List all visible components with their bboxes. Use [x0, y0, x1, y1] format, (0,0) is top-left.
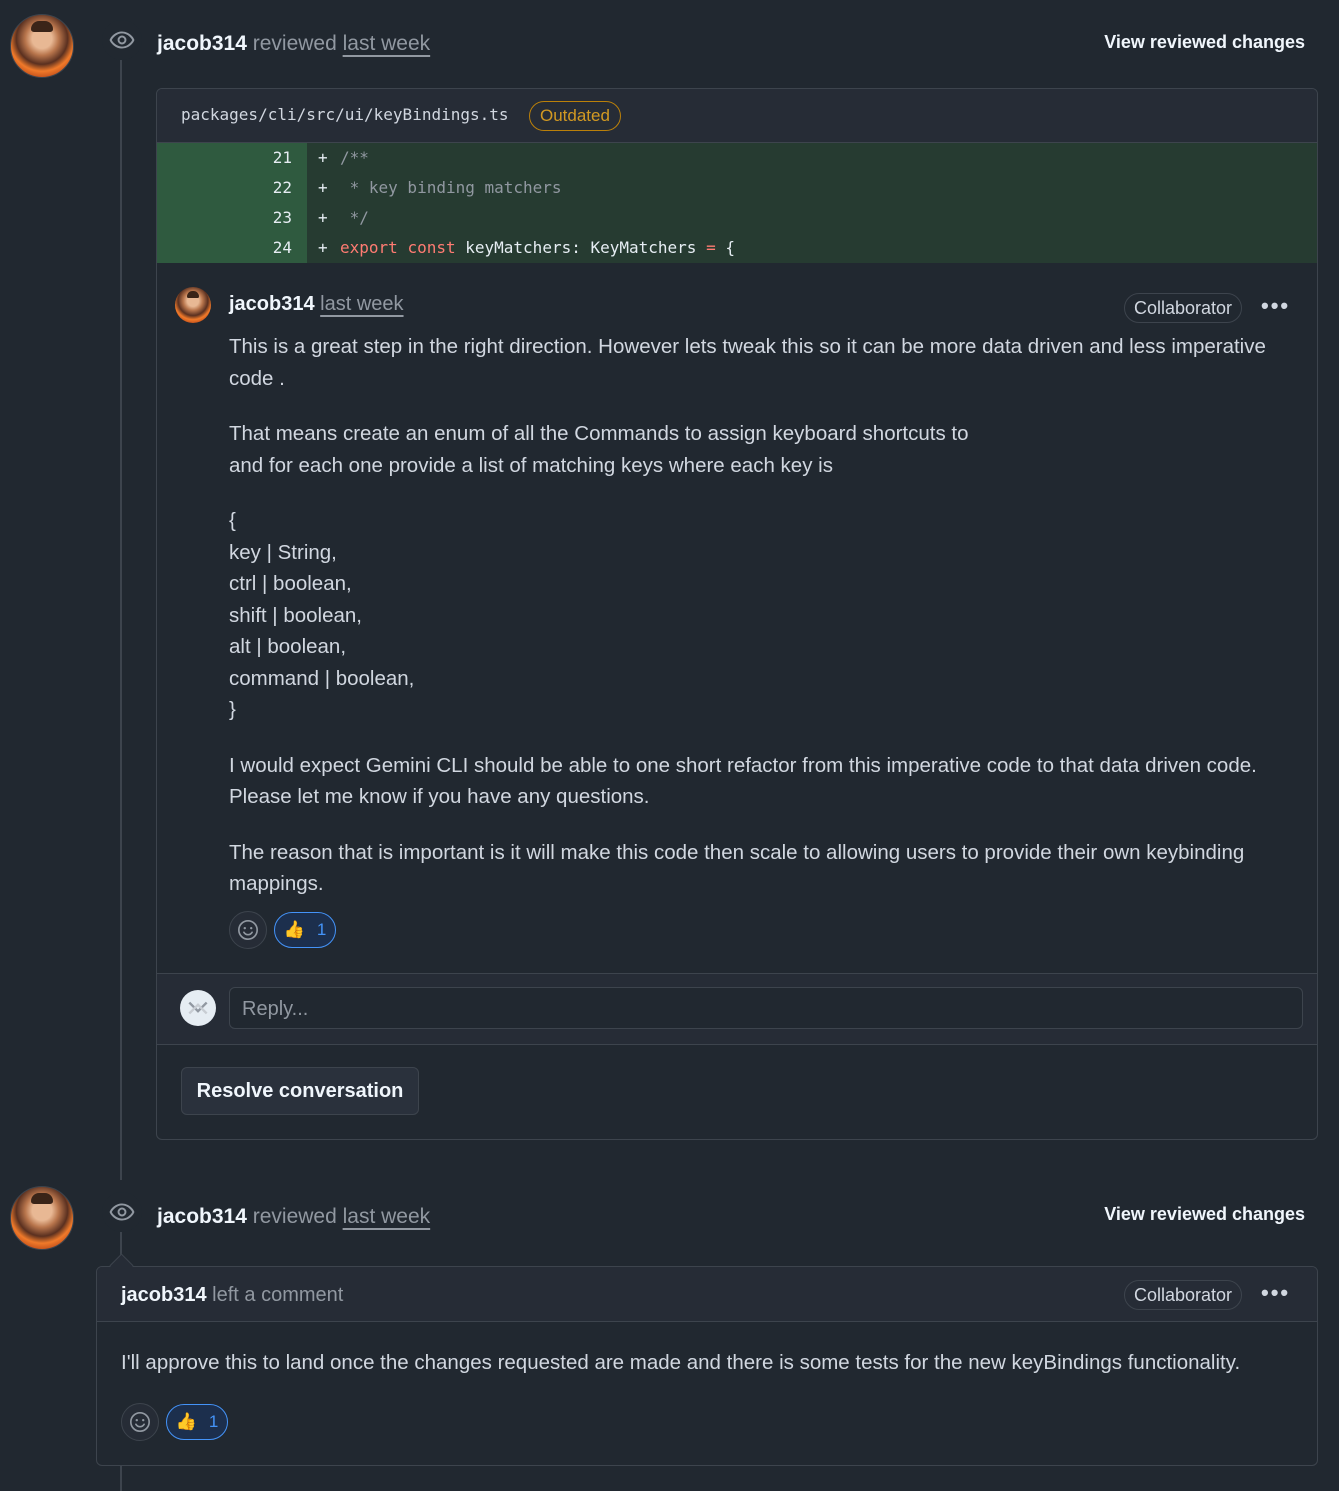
comment-paragraph: Please let me know if you have any quest… [229, 785, 650, 808]
code-brace: { [725, 238, 735, 257]
code-identifier: keyMatchers: KeyMatchers [465, 238, 697, 257]
thumbs-up-reaction[interactable]: 👍 1 [274, 912, 336, 948]
review-thread: packages/cli/src/ui/keyBindings.ts Outda… [156, 88, 1318, 1140]
collaborator-badge: Collaborator [1124, 1280, 1243, 1310]
diff-line: 22 + * key binding matchers [157, 173, 1317, 203]
diff-sign: + [318, 148, 328, 167]
resolve-conversation-button[interactable]: Resolve conversation [181, 1067, 419, 1115]
comment-menu-button[interactable]: ••• [1261, 1280, 1290, 1306]
reaction-count: 1 [316, 920, 327, 939]
comment-time-link[interactable]: last week [320, 293, 403, 315]
thumbs-up-reaction[interactable]: 👍 1 [166, 1404, 228, 1440]
comment-author[interactable]: jacob314 [121, 1284, 207, 1306]
review-event [102, 1192, 142, 1232]
code-operator: = [706, 238, 716, 257]
outdated-badge: Outdated [529, 101, 621, 131]
comment-avatar[interactable] [175, 287, 211, 323]
review-time-link[interactable]: last week [343, 1205, 431, 1228]
collaborator-badge: Collaborator [1124, 293, 1243, 323]
comment-paragraph: I would expect Gemini CLI should be able… [229, 753, 1257, 777]
diff-line: 21 + /** [157, 143, 1317, 173]
comment-paragraph: This is a great step in the right direct… [229, 335, 1266, 390]
avatar[interactable] [10, 14, 74, 78]
avatar[interactable] [10, 1186, 74, 1250]
reaction-count: 1 [208, 1412, 219, 1431]
view-reviewed-changes-button[interactable]: View reviewed changes [1104, 1204, 1305, 1225]
review-time-link[interactable]: last week [343, 32, 431, 55]
code-text: export const keyMatchers: KeyMatchers = … [340, 233, 735, 263]
code-text: /** [340, 148, 369, 167]
comment-paragraph: command | boolean, [229, 666, 415, 690]
comment-paragraph: alt | boolean, [229, 635, 347, 658]
smiley-icon [238, 920, 258, 940]
comment-author[interactable]: jacob314 [229, 293, 315, 315]
line-number: 23 [272, 208, 292, 227]
code-keyword: export [340, 238, 398, 257]
diff-sign: + [318, 208, 328, 227]
diff-sign: + [318, 238, 328, 257]
diff-line: 24 + export const keyMatchers: KeyMatche… [157, 233, 1317, 263]
line-number: 24 [272, 238, 292, 257]
comment-paragraph: key | String, [229, 540, 337, 564]
comment-paragraph: { [229, 509, 236, 532]
comment-menu-button[interactable]: ••• [1261, 293, 1290, 319]
line-number: 22 [272, 178, 292, 197]
eye-icon [109, 31, 135, 49]
avatar-icon [188, 1001, 208, 1015]
comment-paragraph: The reason that is important is it will … [229, 840, 1245, 896]
code-text: */ [340, 208, 369, 227]
review-comment: jacob314 left a comment Collaborator •••… [96, 1266, 1318, 1466]
comment-body: This is a great step in the right direct… [229, 331, 1299, 900]
add-reaction-button[interactable] [121, 1403, 159, 1441]
diff-line: 23 + */ [157, 203, 1317, 233]
review-header: jacob314 reviewed last week [157, 1203, 430, 1231]
reply-input[interactable]: Reply... [229, 987, 1303, 1029]
reply-avatar [180, 990, 216, 1026]
thumbs-up-icon: 👍 [175, 1412, 197, 1431]
review-event [102, 20, 142, 60]
timeline-line [120, 60, 122, 1180]
file-header: packages/cli/src/ui/keyBindings.ts Outda… [157, 89, 1317, 143]
comment-author-row: jacob314 left a comment [121, 1281, 343, 1309]
reply-area: Reply... [157, 973, 1317, 1045]
review-header: jacob314 reviewed last week [157, 30, 430, 58]
comment-paragraph: shift | boolean, [229, 603, 362, 627]
comment-paragraph: That means create an enum of all the Com… [229, 422, 969, 445]
comment-body: I'll approve this to land once the chang… [121, 1351, 1241, 1374]
thumbs-up-icon: 👍 [283, 920, 305, 939]
review-action: reviewed [252, 32, 337, 55]
review-action: reviewed [252, 1205, 337, 1228]
line-number: 21 [272, 148, 292, 167]
smiley-icon [130, 1412, 150, 1432]
comment-header: jacob314 left a comment Collaborator ••• [97, 1267, 1317, 1322]
code-text: * key binding matchers [340, 178, 562, 197]
diff-sign: + [318, 178, 328, 197]
comment-action: left a comment [212, 1284, 344, 1306]
comment-paragraph: ctrl | boolean, [229, 572, 352, 595]
review-author[interactable]: jacob314 [157, 1205, 247, 1228]
view-reviewed-changes-button[interactable]: View reviewed changes [1104, 32, 1305, 53]
add-reaction-button[interactable] [229, 911, 267, 949]
code-keyword: const [407, 238, 456, 257]
comment-paragraph: and for each one provide a list of match… [229, 453, 833, 477]
comment-header: jacob314 last week [229, 290, 404, 318]
eye-icon [109, 1203, 135, 1221]
file-path[interactable]: packages/cli/src/ui/keyBindings.ts [181, 105, 509, 124]
review-author[interactable]: jacob314 [157, 32, 247, 55]
timeline-line [120, 1464, 122, 1491]
diff-hunk: 21 + /** 22 + * key binding matchers 23 … [157, 143, 1317, 263]
comment-paragraph: } [229, 698, 236, 721]
